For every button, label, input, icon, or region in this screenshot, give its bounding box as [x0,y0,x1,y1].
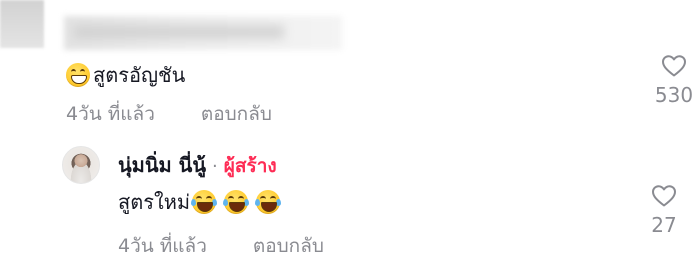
laugh-tears-emoji [191,190,218,214]
reply-button[interactable]: ตอบกลับ [201,99,272,129]
separator-dot: · [212,156,218,177]
comment-text: สูตรใหม่ [118,186,283,218]
comment-text-content: สูตรใหม่ [118,190,191,214]
like-control: 27 [642,184,686,237]
like-count: 27 [651,213,677,237]
avatar[interactable] [62,146,100,184]
creator-badge: ผู้สร้าง [223,155,277,177]
reply-button[interactable]: ตอบกลับ [253,231,324,261]
like-count: 530 [654,83,694,107]
blurred-avatar [0,0,44,48]
heart-outline-icon[interactable] [651,184,677,208]
author-name[interactable]: นุ่มนิ่ม นี่นู้ [118,149,206,181]
comment-text-content: สูตรอัญชัน [93,63,186,87]
grin-emoji [66,63,90,87]
laugh-tears-emoji [223,190,250,214]
comment-timestamp: 4วัน ที่แล้ว [66,103,155,125]
laugh-tears-emoji [255,190,282,214]
comment-meta: 4วัน ที่แล้ว ตอบกลับ [118,231,324,261]
comments-panel: สูตรอัญชัน 4วัน ที่แล้ว ตอบกลับ 530 นุ่ม… [0,0,700,275]
heart-outline-icon[interactable] [661,54,687,78]
comment-timestamp: 4วัน ที่แล้ว [118,235,207,257]
comment-meta: 4วัน ที่แล้ว ตอบกลับ [66,99,272,129]
like-control: 530 [652,54,696,107]
comment-author-row: นุ่มนิ่ม นี่นู้ · ผู้สร้าง [118,149,277,181]
blurred-username [64,16,342,50]
comment-text: สูตรอัญชัน [66,59,185,91]
